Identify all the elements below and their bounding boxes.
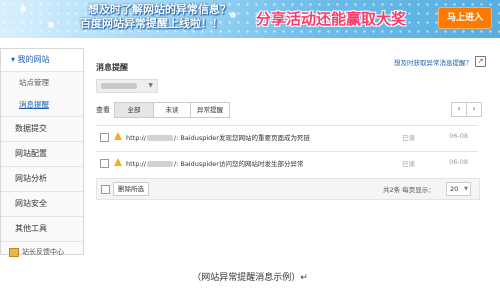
- enter-now-button[interactable]: 马上进入: [438, 7, 492, 29]
- feedback-center-link[interactable]: 站长反馈中心: [1, 241, 83, 262]
- chevron-down-icon: ▼: [464, 186, 468, 192]
- blurred-url: [146, 161, 173, 167]
- message-row[interactable]: http:// /: Baiduspider发现您网站的重要页面成为死链 已读 0…: [96, 125, 478, 148]
- chevron-down-icon: ▼: [148, 82, 153, 89]
- warning-icon: [114, 158, 122, 166]
- message-text[interactable]: http:// /: Baiduspider发现您网站的重要页面成为死链: [126, 132, 310, 142]
- message-url-prefix: http://: [126, 134, 146, 142]
- message-text[interactable]: http:// /: Baiduspider访问您的网站时发生部分异常: [126, 158, 303, 168]
- row-checkbox[interactable]: [100, 159, 109, 168]
- filter-tabs: 全部 未读 异常提醒: [114, 102, 230, 118]
- message-body: /: Baiduspider发现您网站的重要页面成为死链: [173, 134, 310, 142]
- page-size-value: 20: [450, 185, 459, 193]
- sidebar-header[interactable]: ▾ 我的网站: [1, 49, 83, 72]
- sidebar-item-message-alerts[interactable]: 消息提醒: [1, 94, 83, 116]
- page-title: 消息提醒: [96, 63, 128, 72]
- banner-headline-2: 百度网站异常提醒上线啦！！: [80, 17, 223, 30]
- filter-all-button[interactable]: 全部: [114, 102, 154, 118]
- message-date: 06-08: [449, 132, 468, 140]
- sidebar-group-other-tools[interactable]: 其他工具: [1, 216, 83, 241]
- banner-headline-1: 想及时了解网站的异常信息？: [88, 3, 231, 16]
- banner-promo-text: 分享活动还能赢取大奖: [256, 10, 407, 28]
- external-link-icon[interactable]: ↗: [475, 56, 486, 67]
- sidebar-group-data-submit[interactable]: 数据提交: [1, 116, 83, 141]
- sparkle-icon: [48, 22, 54, 28]
- banner-pattern: [0, 0, 500, 38]
- select-all-checkbox[interactable]: [101, 185, 110, 194]
- filter-label: 查看: [96, 106, 110, 114]
- sidebar-header-label: 我的网站: [17, 55, 50, 64]
- page-size-select[interactable]: 20 ▼: [446, 182, 471, 196]
- message-row[interactable]: http:// /: Baiduspider访问您的网站时发生部分异常 已读 06…: [96, 151, 478, 174]
- site-selector[interactable]: ▼: [96, 79, 158, 93]
- filter-alerts-button[interactable]: 异常提醒: [190, 102, 230, 118]
- row-checkbox[interactable]: [100, 133, 109, 142]
- warning-icon: [114, 132, 122, 140]
- blurred-site-name: [101, 83, 137, 89]
- promo-banner[interactable]: 想及时了解网站的异常信息？ 百度网站异常提醒上线啦！！ 分享活动还能赢取大奖 马…: [0, 0, 500, 38]
- sparkle-icon: [20, 6, 26, 12]
- next-page-button[interactable]: ›: [466, 102, 482, 117]
- pager: ‹ ›: [451, 102, 482, 117]
- read-status: 已读: [402, 134, 415, 142]
- prev-page-button[interactable]: ‹: [451, 102, 467, 117]
- read-status: 已读: [402, 160, 415, 168]
- feedback-icon: [9, 247, 19, 257]
- delete-selected-button[interactable]: 删除所选: [113, 182, 149, 196]
- feedback-center-label: 站长反馈中心: [22, 248, 64, 256]
- message-body: /: Baiduspider访问您的网站时发生部分异常: [173, 160, 304, 168]
- figure-caption: （网站异常提醒消息示例）↵: [192, 273, 308, 283]
- blurred-url: [146, 135, 173, 141]
- sidebar-group-site-analysis[interactable]: 网站分析: [1, 166, 83, 191]
- message-date: 06-08: [449, 158, 468, 166]
- alert-howto-link[interactable]: 想及时获取异常消息提醒？: [394, 57, 472, 67]
- total-count: 共2条 每页显示：: [383, 186, 435, 194]
- sidebar-group-site-config[interactable]: 网站配置: [1, 141, 83, 166]
- filter-unread-button[interactable]: 未读: [153, 102, 191, 118]
- sidebar-group-site-security[interactable]: 网站安全: [1, 191, 83, 216]
- message-panel: 消息提醒 想及时获取异常消息提醒？ ↗ ▼ 查看 全部 未读 异常提醒 ‹ › …: [84, 48, 490, 253]
- sidebar: ▾ 我的网站 站点管理 消息提醒 数据提交 网站配置 网站分析 网站安全 其他工…: [0, 48, 84, 257]
- message-url-prefix: http://: [126, 160, 146, 168]
- list-footer: 删除所选 共2条 每页显示： 20 ▼: [96, 178, 480, 200]
- sidebar-item-site-management[interactable]: 站点管理: [1, 72, 83, 94]
